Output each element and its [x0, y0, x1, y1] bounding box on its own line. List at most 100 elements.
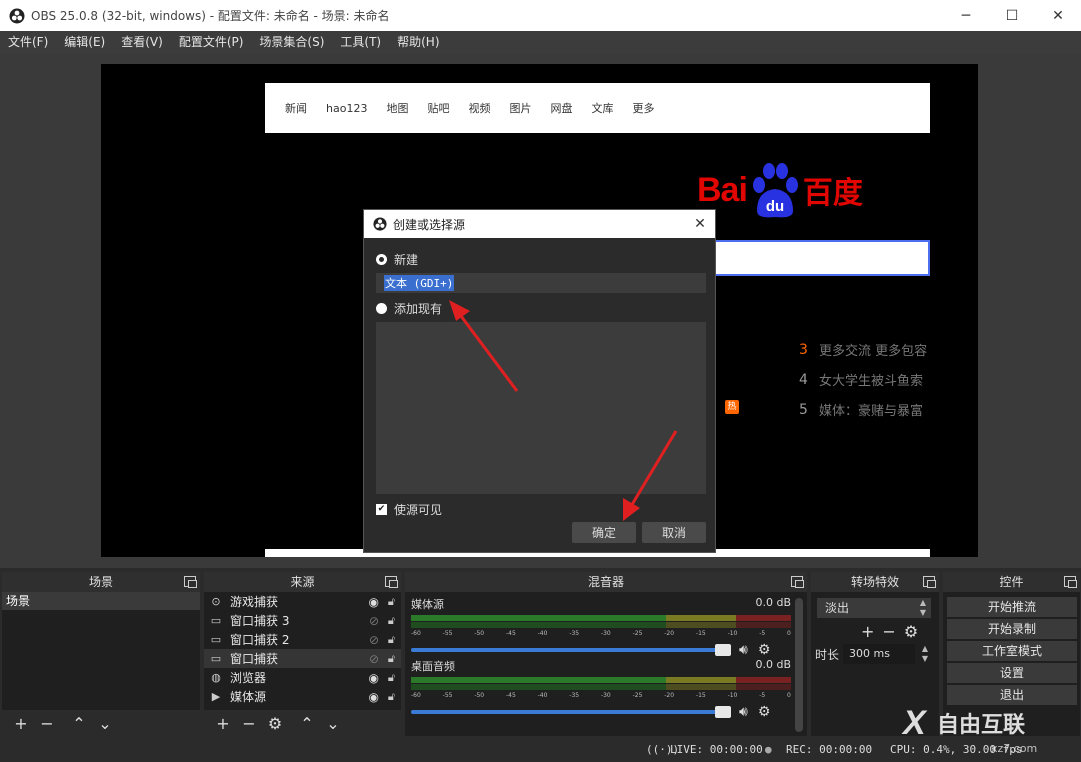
undock-icon[interactable] — [923, 576, 936, 588]
move-up-icon[interactable]: ⌃ — [66, 714, 92, 733]
make-visible-checkbox[interactable]: ✔ 使源可见 — [376, 501, 442, 518]
hot-item: 5 媒体：豪赌与暴富 — [799, 401, 924, 420]
meter-ticks: -60 -55 -50 -45 -40 -35 -30 -25 -20 -15 -10 -5 0 — [411, 630, 791, 637]
slider-knob[interactable] — [715, 706, 731, 718]
source-item[interactable]: ▭ 窗口捕获 ⊘ 🔓︎ — [204, 649, 401, 668]
undock-icon[interactable] — [385, 576, 398, 588]
gear-icon[interactable]: ⚙ — [904, 622, 918, 641]
add-icon[interactable]: + — [861, 622, 874, 641]
menu-help[interactable]: 帮助(H) — [389, 31, 447, 54]
transition-select[interactable]: 淡出 ▲ ▼ — [817, 598, 931, 618]
add-icon[interactable]: + — [210, 714, 236, 733]
create-new-radio[interactable]: 新建 — [376, 251, 418, 268]
scene-item[interactable]: 场景 — [2, 592, 200, 610]
close-button[interactable]: ✕ — [1035, 0, 1081, 31]
nav-link: 图片 — [509, 102, 532, 115]
remove-icon[interactable]: − — [882, 622, 895, 641]
menu-view[interactable]: 查看(V) — [113, 31, 171, 54]
source-item[interactable]: ▭ 窗口捕获 3 ⊘ 🔓︎ — [204, 611, 401, 630]
gear-icon[interactable]: ⚙ — [262, 714, 288, 733]
eye-hidden-icon[interactable]: ⊘ — [369, 652, 379, 666]
svg-text:du: du — [766, 198, 784, 215]
source-item[interactable]: ▶ 媒体源 ◉ 🔓︎ — [204, 687, 401, 706]
dialog-close-button[interactable]: ✕ — [685, 210, 715, 238]
source-item[interactable]: ⊙ 游戏捕获 ◉ 🔓︎ — [204, 592, 401, 611]
menu-scene-collection[interactable]: 场景集合(S) — [251, 31, 332, 54]
lock-icon[interactable]: 🔓︎ — [388, 595, 395, 609]
sources-dock: 来源 ⊙ 游戏捕获 ◉ 🔓︎ ▭ 窗口捕获 3 ⊘ 🔓︎ ▭ 窗口捕获 2 ⊘ … — [204, 572, 401, 736]
menu-tools[interactable]: 工具(T) — [332, 31, 389, 54]
eye-icon[interactable]: ◉ — [369, 595, 379, 609]
volume-slider[interactable] — [411, 644, 731, 656]
menu-bar: 文件(F) 编辑(E) 查看(V) 配置文件(P) 场景集合(S) 工具(T) … — [0, 31, 1081, 54]
level-meter — [411, 615, 792, 621]
volume-slider[interactable] — [411, 706, 731, 718]
svg-text:X: X — [901, 704, 928, 742]
move-down-icon[interactable]: ⌄ — [92, 714, 118, 733]
existing-sources-list[interactable] — [376, 322, 706, 494]
level-meter — [411, 684, 792, 690]
move-down-icon[interactable]: ⌄ — [320, 714, 346, 733]
channel-name: 桌面音频 — [411, 660, 455, 673]
menu-profile[interactable]: 配置文件(P) — [171, 31, 252, 54]
slider-knob[interactable] — [715, 644, 731, 656]
speaker-icon[interactable]: 🔊︎ — [739, 704, 748, 720]
scenes-dock: 场景 场景 + − ⌃ ⌄ — [2, 572, 200, 736]
minimize-button[interactable]: ─ — [943, 0, 989, 31]
menu-edit[interactable]: 编辑(E) — [56, 31, 113, 54]
source-name-input[interactable]: 文本 (GDI+) — [376, 273, 706, 293]
baidu-logo: Bai du 百度 — [697, 160, 863, 220]
window-icon: ▭ — [210, 652, 222, 665]
watermark-logo: X 自由互联 xz7.com — [901, 704, 1037, 755]
eye-icon[interactable]: ◉ — [369, 690, 379, 704]
globe-icon: ◍ — [211, 671, 221, 684]
record-dot-icon: ● — [765, 743, 772, 756]
maximize-button[interactable]: ☐ — [989, 0, 1035, 31]
lock-icon[interactable]: 🔓︎ — [388, 614, 395, 628]
gamepad-icon: ⊙ — [211, 595, 221, 608]
settings-button[interactable]: 设置 — [947, 663, 1077, 683]
duration-label: 时长 — [815, 648, 840, 662]
remove-icon[interactable]: − — [34, 714, 60, 733]
ok-button[interactable]: 确定 — [572, 522, 636, 543]
mixer-dock: 混音器 媒体源 0.0 dB -60 -55 -50 -45 -40 -35 -30 -25-… — [405, 572, 807, 736]
mixer-channel: 桌面音频 0.0 dB -60 -55 -50 -45 -40 -35 -30 -25 -20-… — [411, 658, 792, 720]
mixer-dock-header: 混音器 — [405, 572, 807, 592]
start-recording-button[interactable]: 开始录制 — [947, 619, 1077, 639]
undock-icon[interactable] — [791, 576, 804, 588]
duration-input[interactable]: 300 ms — [843, 644, 915, 664]
nav-link: hao123 — [326, 101, 368, 115]
eye-hidden-icon[interactable]: ⊘ — [369, 614, 379, 628]
baidu-paw-icon: du — [752, 163, 798, 218]
move-up-icon[interactable]: ⌃ — [294, 714, 320, 733]
gear-icon[interactable]: ⚙ — [758, 704, 771, 720]
lock-icon[interactable]: 🔓︎ — [388, 633, 395, 647]
add-icon[interactable]: + — [8, 714, 34, 733]
add-existing-radio[interactable]: 添加现有 — [376, 300, 442, 317]
transitions-dock-header: 转场特效 — [811, 572, 939, 592]
lock-icon[interactable]: 🔓︎ — [388, 690, 395, 704]
source-item[interactable]: ◍ 浏览器 ◉ 🔓︎ — [204, 668, 401, 687]
mixer-scrollbar[interactable] — [795, 598, 803, 732]
cancel-button[interactable]: 取消 — [642, 522, 706, 543]
remove-icon[interactable]: − — [236, 714, 262, 733]
scenes-toolbar: + − ⌃ ⌄ — [2, 710, 200, 736]
eye-hidden-icon[interactable]: ⊘ — [369, 633, 379, 647]
undock-icon[interactable] — [1064, 576, 1077, 588]
speaker-icon[interactable]: 🔊︎ — [739, 642, 748, 658]
gear-icon[interactable]: ⚙ — [758, 642, 771, 658]
window-icon: ▭ — [210, 614, 222, 627]
lock-icon[interactable]: 🔓︎ — [388, 671, 395, 685]
radio-unchecked-icon — [376, 303, 387, 314]
spinner-icon[interactable]: ▲ ▼ — [915, 598, 931, 618]
make-visible-label: 使源可见 — [394, 503, 443, 517]
spinner-icon[interactable]: ▲ ▼ — [917, 644, 933, 664]
menu-file[interactable]: 文件(F) — [0, 31, 56, 54]
create-new-label: 新建 — [394, 253, 419, 267]
source-item[interactable]: ▭ 窗口捕获 2 ⊘ 🔓︎ — [204, 630, 401, 649]
eye-icon[interactable]: ◉ — [369, 671, 379, 685]
start-streaming-button[interactable]: 开始推流 — [947, 597, 1077, 617]
lock-icon[interactable]: 🔓︎ — [388, 652, 395, 666]
undock-icon[interactable] — [184, 576, 197, 588]
studio-mode-button[interactable]: 工作室模式 — [947, 641, 1077, 661]
